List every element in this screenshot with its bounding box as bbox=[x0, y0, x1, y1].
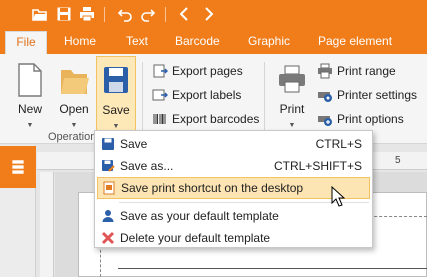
menu-item-label: Delete your default template bbox=[120, 231, 271, 245]
menu-item-label: Save print shortcut on the desktop bbox=[121, 181, 304, 195]
menu-item-label: Save as your default template bbox=[120, 209, 279, 223]
mouse-cursor-icon bbox=[331, 186, 345, 207]
toolbar-separator bbox=[165, 7, 166, 22]
export-labels-label: Export labels bbox=[172, 88, 242, 102]
save-label: Save bbox=[102, 103, 130, 117]
undo-icon[interactable] bbox=[116, 5, 134, 23]
barcode-icon bbox=[152, 111, 168, 127]
tab-text[interactable]: Text bbox=[120, 29, 154, 54]
printer-settings-button[interactable]: Printer settings bbox=[317, 85, 417, 105]
baseline-guide bbox=[118, 268, 427, 269]
group-divider bbox=[264, 62, 265, 136]
export-pages-label: Export pages bbox=[172, 64, 243, 78]
operations-group-label: Operation bbox=[48, 131, 97, 143]
print-options-label: Print options bbox=[337, 112, 404, 126]
tab-file[interactable]: File bbox=[5, 31, 47, 54]
print-range-icon bbox=[317, 63, 333, 79]
layers-panel-tab[interactable] bbox=[0, 146, 36, 188]
shortcut-text: CTRL+S bbox=[315, 137, 362, 151]
tab-home[interactable]: Home bbox=[58, 29, 102, 54]
group-divider bbox=[142, 62, 143, 136]
save-icon bbox=[97, 133, 119, 155]
printer-icon bbox=[276, 62, 308, 98]
open-folder-icon bbox=[58, 62, 90, 98]
user-icon bbox=[97, 205, 119, 227]
new-document-icon bbox=[14, 62, 46, 98]
print-icon[interactable] bbox=[78, 5, 96, 23]
shortcut-text: CTRL+SHIFT+S bbox=[273, 159, 362, 173]
menu-item-save-print-shortcut[interactable]: Save print shortcut on the desktop bbox=[97, 177, 370, 199]
delete-icon bbox=[97, 227, 119, 249]
print-range-button[interactable]: Print range bbox=[317, 61, 396, 81]
export-labels-button[interactable]: Export labels bbox=[152, 85, 241, 105]
export-barcodes-label: Export barcodes bbox=[172, 112, 260, 126]
print-options-icon bbox=[317, 111, 333, 127]
open-label: Open bbox=[59, 102, 89, 116]
export-labels-icon bbox=[152, 87, 168, 103]
print-label: Print bbox=[279, 102, 305, 116]
save-as-icon bbox=[97, 155, 119, 177]
menu-item-label: Save bbox=[120, 137, 148, 151]
save-icon bbox=[100, 63, 132, 99]
menu-item-save-default-template[interactable]: Save as your default template bbox=[97, 205, 370, 227]
quick-access-toolbar bbox=[0, 0, 427, 29]
tab-page-element[interactable]: Page element bbox=[312, 29, 398, 54]
menu-item-save-as[interactable]: Save as... CTRL+SHIFT+S bbox=[97, 155, 370, 177]
printer-settings-label: Printer settings bbox=[337, 88, 418, 102]
tab-barcode[interactable]: Barcode bbox=[169, 29, 226, 54]
export-pages-icon bbox=[152, 63, 168, 79]
printer-settings-icon bbox=[317, 87, 333, 103]
chevron-down-icon: ▼ bbox=[26, 122, 34, 129]
new-button[interactable]: New ▼ bbox=[10, 56, 50, 140]
menu-item-delete-default-template[interactable]: Delete your default template bbox=[97, 227, 370, 249]
back-icon[interactable] bbox=[176, 5, 194, 23]
export-pages-button[interactable]: Export pages bbox=[152, 61, 243, 81]
layers-icon bbox=[12, 160, 24, 174]
ribbon-tabs: File Home Text Barcode Graphic Page elem… bbox=[0, 29, 427, 54]
save-icon[interactable] bbox=[55, 5, 73, 23]
export-barcodes-button[interactable]: Export barcodes bbox=[152, 109, 259, 129]
print-options-button[interactable]: Print options bbox=[317, 109, 404, 129]
open-button[interactable]: Open ▼ bbox=[54, 56, 94, 140]
print-shortcut-icon bbox=[98, 177, 120, 199]
tab-graphic[interactable]: Graphic bbox=[242, 29, 296, 54]
menu-item-save[interactable]: Save CTRL+S bbox=[97, 133, 370, 155]
ruler-number: 5 bbox=[395, 155, 401, 166]
save-button[interactable]: Save ▼ bbox=[96, 56, 136, 140]
forward-icon[interactable] bbox=[199, 5, 217, 23]
print-range-label: Print range bbox=[337, 64, 396, 78]
toolbar-separator bbox=[104, 7, 105, 22]
new-label: New bbox=[17, 102, 42, 116]
chevron-down-icon: ▼ bbox=[70, 122, 78, 129]
print-button[interactable]: Print ▼ bbox=[272, 56, 312, 140]
redo-icon[interactable] bbox=[139, 5, 157, 23]
open-folder-icon[interactable] bbox=[31, 5, 49, 23]
vertical-ruler bbox=[40, 172, 54, 277]
chevron-down-icon: ▼ bbox=[288, 122, 296, 129]
menu-item-label: Save as... bbox=[120, 159, 174, 173]
chevron-down-icon: ▼ bbox=[112, 123, 120, 130]
